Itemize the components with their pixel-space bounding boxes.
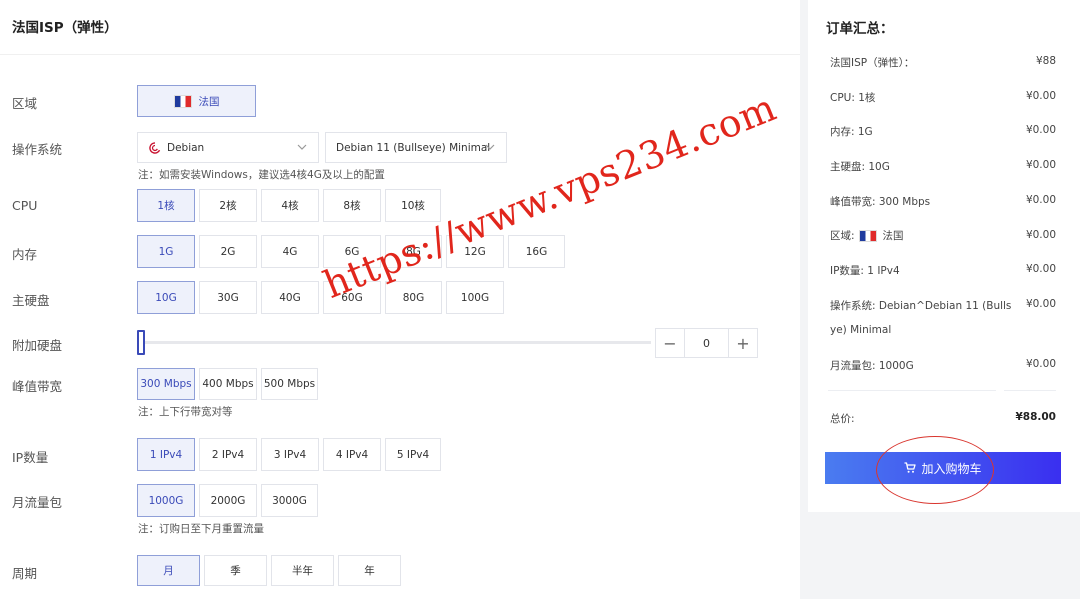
cpu-option[interactable]: 10核 <box>385 189 441 222</box>
summary-item-label: 月流量包: 1000G <box>830 360 914 372</box>
disk-option[interactable]: 60G <box>323 281 381 314</box>
traffic-option[interactable]: 2000G <box>199 484 257 517</box>
memory-option[interactable]: 12G <box>446 235 504 268</box>
extra-disk-slider-track[interactable] <box>141 341 651 344</box>
os-distro-select[interactable]: Debian <box>137 132 319 163</box>
disk-option[interactable]: 80G <box>385 281 442 314</box>
disk-option[interactable]: 10G <box>137 281 195 314</box>
bandwidth-label: 峰值带宽 <box>12 379 63 394</box>
extra-disk-stepper: − 0 + <box>655 328 758 358</box>
summary-item-price: ¥0.00 <box>1025 194 1056 206</box>
extra-disk-label: 附加硬盘 <box>12 338 63 353</box>
region-label: 区域 <box>12 96 38 111</box>
summary-item-label: 峰值带宽: 300 Mbps <box>830 196 931 208</box>
france-flag-icon <box>858 229 877 242</box>
os-version-value: Debian 11 (Bullseye) Minimal <box>336 141 491 154</box>
cpu-label: CPU <box>12 198 38 213</box>
summary-item-price: ¥0.00 <box>1025 90 1056 102</box>
memory-label: 内存 <box>12 247 38 262</box>
os-note: 注：如需安装Windows，建议选4核4G及以上的配置 <box>138 169 385 181</box>
memory-option[interactable]: 2G <box>199 235 257 268</box>
plus-button[interactable]: + <box>728 329 757 357</box>
france-flag-icon <box>173 94 192 108</box>
extra-disk-value[interactable]: 0 <box>685 329 728 357</box>
summary-item-label: IP数量: 1 IPv4 <box>830 265 900 277</box>
memory-option[interactable]: 6G <box>323 235 381 268</box>
os-distro-value: Debian <box>167 141 205 154</box>
summary-title: 订单汇总： <box>826 21 894 37</box>
order-summary: 订单汇总： 法国ISP（弹性）： ¥88 CPU: 1核 ¥0.00 内存: 1… <box>808 0 1080 512</box>
os-label: 操作系统 <box>12 142 63 157</box>
period-option[interactable]: 月 <box>137 555 200 586</box>
period-option[interactable]: 半年 <box>271 555 334 586</box>
disk-label: 主硬盘 <box>12 293 50 308</box>
bandwidth-note: 注：上下行带宽对等 <box>138 406 233 418</box>
period-label: 周期 <box>12 566 38 581</box>
summary-item-price: ¥0.00 <box>1025 229 1056 241</box>
os-version-select[interactable]: Debian 11 (Bullseye) Minimal <box>325 132 507 163</box>
memory-option[interactable]: 1G <box>137 235 195 268</box>
traffic-option[interactable]: 1000G <box>137 484 195 517</box>
memory-option[interactable]: 8G <box>385 235 442 268</box>
summary-region-prefix: 区域: <box>830 230 855 242</box>
period-option[interactable]: 季 <box>204 555 267 586</box>
cpu-option[interactable]: 4核 <box>261 189 319 222</box>
summary-item-price: ¥0.00 <box>1025 124 1056 136</box>
region-option-label: 法国 <box>198 95 220 108</box>
ip-label: IP数量 <box>12 450 49 465</box>
ip-option[interactable]: 2 IPv4 <box>199 438 257 471</box>
chevron-down-icon <box>297 144 307 150</box>
summary-region-value: 法国 <box>882 230 904 242</box>
memory-option[interactable]: 16G <box>508 235 565 268</box>
summary-divider <box>1004 390 1056 391</box>
traffic-option[interactable]: 3000G <box>261 484 318 517</box>
ip-option[interactable]: 4 IPv4 <box>323 438 381 471</box>
region-option-france[interactable]: 法国 <box>137 85 256 117</box>
config-panel: 法国ISP（弹性） 区域 法国 操作系统 Debian Debian 11 (B… <box>0 0 800 599</box>
bandwidth-option[interactable]: 400 Mbps <box>199 368 257 400</box>
cpu-option[interactable]: 8核 <box>323 189 381 222</box>
summary-item-region: 区域: 法国 <box>830 228 904 243</box>
debian-icon <box>149 141 161 154</box>
period-option[interactable]: 年 <box>338 555 401 586</box>
summary-item-price: ¥88 <box>1035 55 1056 67</box>
summary-item-label: 法国ISP（弹性）： <box>830 57 915 69</box>
chevron-down-icon <box>485 144 495 150</box>
disk-option[interactable]: 100G <box>446 281 504 314</box>
summary-divider <box>828 390 996 391</box>
cpu-option[interactable]: 1核 <box>137 189 195 222</box>
cart-icon <box>904 462 917 473</box>
summary-item-price: ¥0.00 <box>1025 358 1056 370</box>
minus-button[interactable]: − <box>656 329 685 357</box>
summary-item-price: ¥0.00 <box>1025 263 1056 275</box>
total-value: ¥88.00 <box>1015 411 1056 423</box>
product-title: 法国ISP（弹性） <box>12 20 118 36</box>
ip-option[interactable]: 1 IPv4 <box>137 438 195 471</box>
summary-item-label: CPU: 1核 <box>830 92 876 104</box>
traffic-label: 月流量包 <box>12 495 63 510</box>
bandwidth-option[interactable]: 500 Mbps <box>261 368 318 400</box>
add-to-cart-button[interactable]: 加入购物车 <box>825 452 1061 484</box>
summary-item-price: ¥0.00 <box>1025 298 1056 310</box>
summary-item-label-continued: ye) Minimal <box>830 324 892 336</box>
disk-option[interactable]: 30G <box>199 281 257 314</box>
ip-option[interactable]: 3 IPv4 <box>261 438 319 471</box>
summary-item-label: 操作系统: Debian^Debian 11 (Bulls <box>830 300 1012 312</box>
traffic-note: 注：订购日至下月重置流量 <box>138 523 264 535</box>
disk-option[interactable]: 40G <box>261 281 319 314</box>
ip-option[interactable]: 5 IPv4 <box>385 438 441 471</box>
summary-item-label: 主硬盘: 10G <box>830 161 890 173</box>
add-to-cart-label: 加入购物车 <box>921 461 982 476</box>
summary-item-label: 内存: 1G <box>830 126 873 138</box>
total-label: 总价: <box>830 413 855 425</box>
bandwidth-option[interactable]: 300 Mbps <box>137 368 195 400</box>
cpu-option[interactable]: 2核 <box>199 189 257 222</box>
summary-item-price: ¥0.00 <box>1025 159 1056 171</box>
config-header: 法国ISP（弹性） <box>0 0 800 55</box>
extra-disk-slider-handle[interactable] <box>137 330 145 355</box>
memory-option[interactable]: 4G <box>261 235 319 268</box>
